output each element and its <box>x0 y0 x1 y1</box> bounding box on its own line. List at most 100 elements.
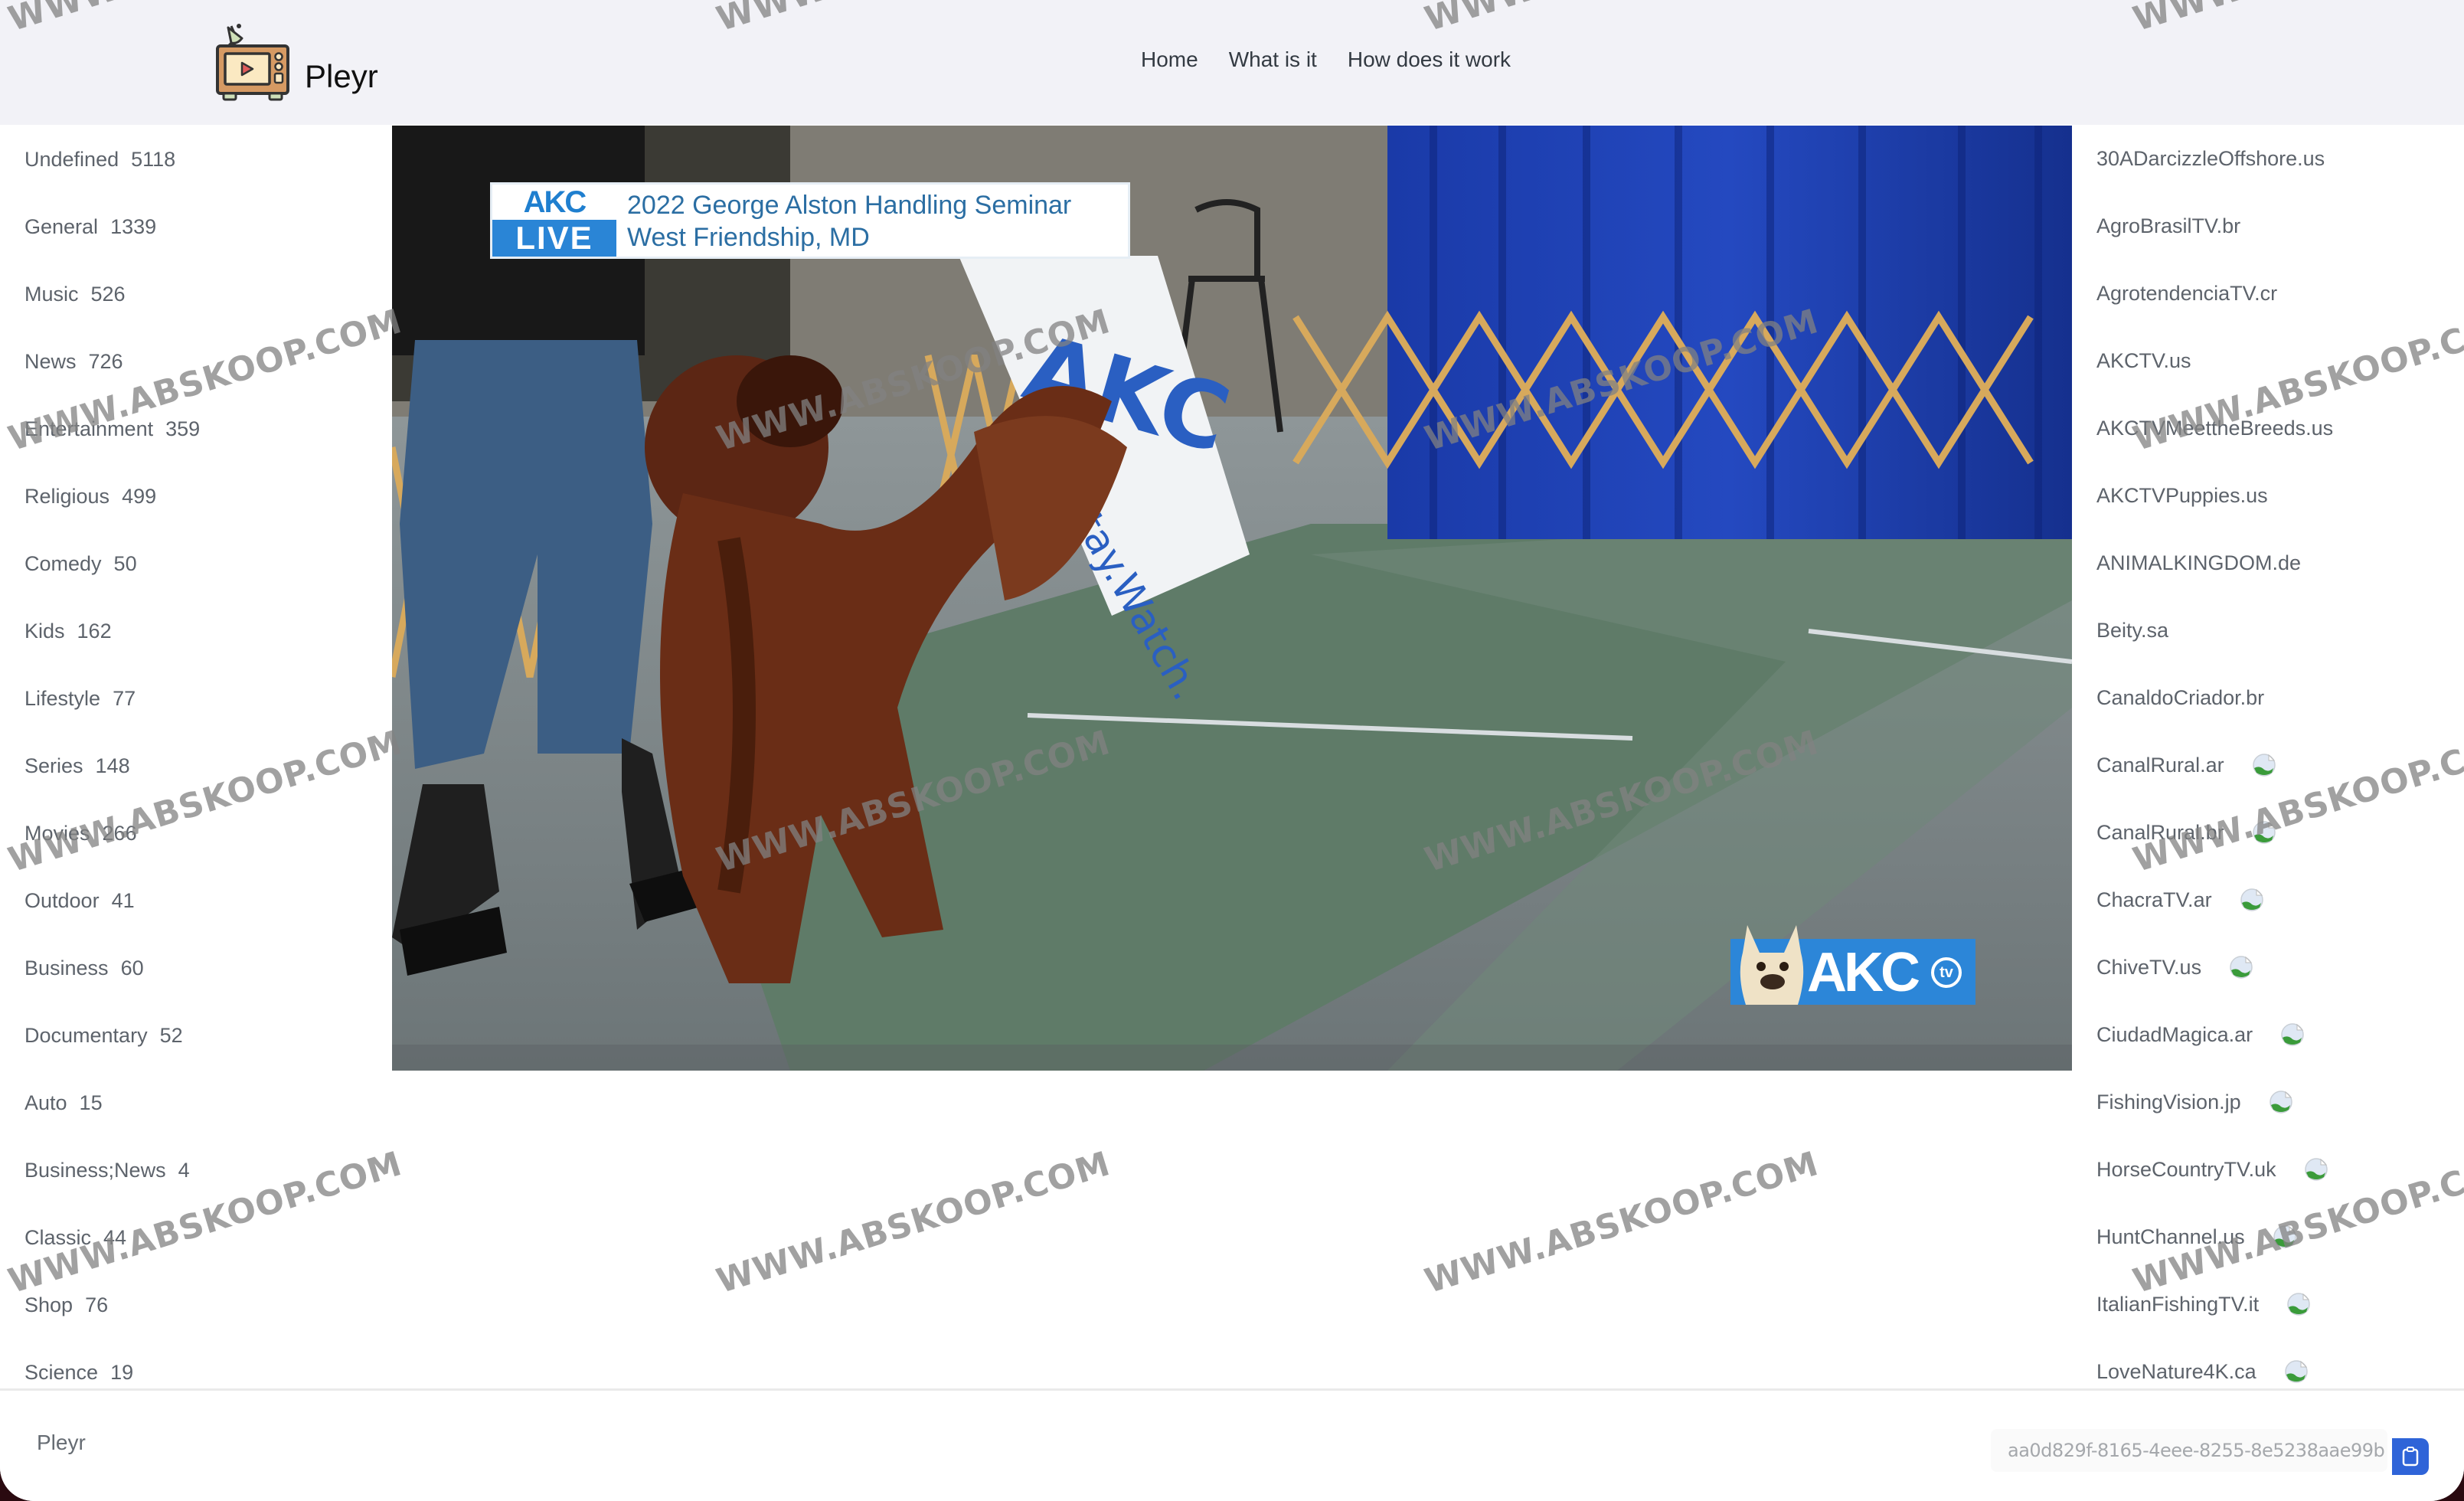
channel-name: HorseCountryTV.uk <box>2096 1157 2276 1181</box>
category-name: General <box>25 214 99 238</box>
brand[interactable]: Pleyr <box>214 21 378 101</box>
broken-image-icon <box>2284 1360 2308 1383</box>
category-item[interactable]: Outdoor 41 <box>0 867 392 934</box>
channel-name: CanalRural.ar <box>2096 753 2224 777</box>
channel-item[interactable]: 30ADarcizzleOffshore.us <box>2072 125 2464 192</box>
category-count: 15 <box>79 1091 103 1114</box>
broken-image-icon <box>2281 1023 2304 1046</box>
channel-name: 30ADarcizzleOffshore.us <box>2096 146 2325 170</box>
category-count: 359 <box>165 417 201 440</box>
channel-name: AgroBrasilTV.br <box>2096 214 2241 237</box>
category-item[interactable]: Auto 15 <box>0 1069 392 1136</box>
category-name: Business;News <box>25 1158 166 1182</box>
french-bulldog-icon <box>1740 925 1804 1005</box>
channel-item[interactable]: CiudadMagica.ar <box>2072 1001 2464 1068</box>
session-id-field[interactable]: aa0d829f-8165-4eee-8255-8e5238aae99b <box>1991 1429 2387 1472</box>
lower-third-title: 2022 George Alston Handling Seminar <box>627 191 1072 220</box>
category-item[interactable]: Music 526 <box>0 260 392 328</box>
category-count: 77 <box>113 686 136 710</box>
watermark-text: WWW.ABSKOOP.COM <box>712 1144 1115 1301</box>
category-sidebar: Undefined 5118 General 1339 Music 526 News 726 E… <box>0 125 392 1388</box>
category-name: Kids <box>25 619 65 643</box>
channel-item[interactable]: ChiveTV.us <box>2072 934 2464 1001</box>
channel-item[interactable]: CanalRural.ar <box>2072 731 2464 799</box>
nav-home[interactable]: Home <box>1141 47 1198 72</box>
category-item[interactable]: Shop 76 <box>0 1271 392 1339</box>
category-item[interactable]: General 1339 <box>0 193 392 260</box>
category-name: Religious <box>25 484 110 508</box>
category-item[interactable]: Series 148 <box>0 732 392 800</box>
footer-brand: Pleyr <box>37 1431 86 1454</box>
category-item[interactable]: Kids 162 <box>0 597 392 665</box>
channel-name: AgrotendenciaTV.cr <box>2096 281 2278 305</box>
category-name: Entertainment <box>25 417 154 440</box>
category-item[interactable]: Business;News 4 <box>0 1136 392 1204</box>
category-count: 726 <box>88 349 123 373</box>
watermark-text: WWW.ABSKOOP.COM <box>1420 1144 1823 1301</box>
channel-item[interactable]: FishingVision.jp <box>2072 1068 2464 1136</box>
category-item[interactable]: Undefined 5118 <box>0 126 392 193</box>
category-item[interactable]: Documentary 52 <box>0 1002 392 1069</box>
category-item[interactable]: Business 60 <box>0 934 392 1002</box>
channel-name: AKCTVMeettheBreeds.us <box>2096 416 2334 440</box>
copy-button[interactable] <box>2392 1438 2429 1475</box>
channel-name: CanalRural.br <box>2096 820 2224 844</box>
category-name: Documentary <box>25 1023 148 1047</box>
category-name: Undefined <box>25 147 119 171</box>
akc-live-badge: AKC LIVE <box>492 185 616 257</box>
lower-third-banner: AKC LIVE 2022 George Alston Handling Sem… <box>490 182 1130 259</box>
nav-how-does-it-work[interactable]: How does it work <box>1348 47 1511 72</box>
channel-name: AKCTV.us <box>2096 348 2191 372</box>
category-count: 266 <box>102 821 137 845</box>
category-item[interactable]: Lifestyle 77 <box>0 665 392 732</box>
channel-item[interactable]: CanaldoCriador.br <box>2072 664 2464 731</box>
category-count: 19 <box>110 1360 134 1384</box>
channel-list: 30ADarcizzleOffshore.us AgroBrasilTV.br Ag… <box>2072 125 2464 1405</box>
category-item[interactable]: Classic 44 <box>0 1204 392 1271</box>
channel-item[interactable]: AKCTV.us <box>2072 327 2464 394</box>
channel-name: AKCTVPuppies.us <box>2096 483 2268 507</box>
category-item[interactable]: News 726 <box>0 328 392 395</box>
broken-image-icon <box>2273 1225 2296 1248</box>
category-name: Business <box>25 956 109 979</box>
nav-what-is-it[interactable]: What is it <box>1229 47 1317 72</box>
category-item[interactable]: Entertainment 359 <box>0 395 392 463</box>
channel-item[interactable]: AKCTVPuppies.us <box>2072 462 2464 529</box>
channel-item[interactable]: Beity.sa <box>2072 597 2464 664</box>
channel-name: CanaldoCriador.br <box>2096 685 2265 709</box>
broken-image-icon <box>2304 1158 2328 1181</box>
brand-name: Pleyr <box>305 58 378 94</box>
video-player[interactable]: AKC ...Stay.Watch. AKC LIVE 2022 George … <box>392 126 2072 1071</box>
category-item[interactable]: Religious 499 <box>0 463 392 530</box>
channel-name: ChiveTV.us <box>2096 955 2202 979</box>
channel-sidebar: 30ADarcizzleOffshore.us AgroBrasilTV.br Ag… <box>2072 125 2464 1388</box>
lower-third-text: 2022 George Alston Handling Seminar West… <box>616 185 1128 257</box>
broken-image-icon <box>2230 956 2253 979</box>
channel-item[interactable]: ANIMALKINGDOM.de <box>2072 529 2464 597</box>
channel-item[interactable]: HuntChannel.us <box>2072 1203 2464 1270</box>
channel-item[interactable]: AgroBrasilTV.br <box>2072 192 2464 260</box>
channel-item[interactable]: ChacraTV.ar <box>2072 866 2464 934</box>
category-count: 162 <box>77 619 112 643</box>
bug-tv-circle: tv <box>1931 957 1962 988</box>
category-name: Series <box>25 754 83 777</box>
channel-item[interactable]: ItalianFishingTV.it <box>2072 1270 2464 1338</box>
channel-item[interactable]: HorseCountryTV.uk <box>2072 1136 2464 1203</box>
category-name: Science <box>25 1360 99 1384</box>
category-name: Comedy <box>25 551 102 575</box>
category-item[interactable]: Movies 266 <box>0 800 392 867</box>
category-item[interactable]: Comedy 50 <box>0 530 392 597</box>
channel-item[interactable]: AKCTVMeettheBreeds.us <box>2072 394 2464 462</box>
category-name: Classic <box>25 1225 92 1249</box>
category-count: 499 <box>122 484 157 508</box>
channel-name: Beity.sa <box>2096 618 2169 642</box>
channel-item[interactable]: CanalRural.br <box>2072 799 2464 866</box>
category-count: 50 <box>113 551 137 575</box>
category-name: Outdoor <box>25 888 100 912</box>
channel-item[interactable]: AgrotendenciaTV.cr <box>2072 260 2464 327</box>
broken-image-icon <box>2269 1091 2292 1113</box>
channel-name: FishingVision.jp <box>2096 1090 2241 1113</box>
category-name: Movies <box>25 821 90 845</box>
badge-akc: AKC <box>492 185 616 220</box>
category-name: Lifestyle <box>25 686 101 710</box>
